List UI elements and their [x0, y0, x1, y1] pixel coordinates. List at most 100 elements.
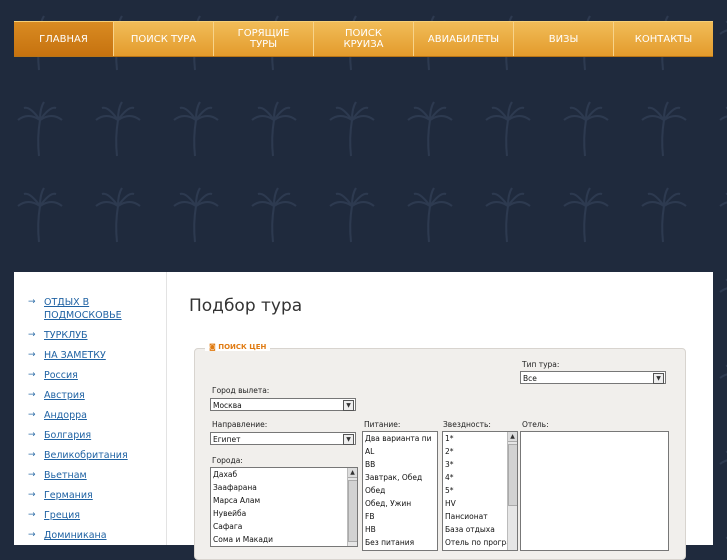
search-icon: ◙ [209, 343, 219, 351]
sidebar-link[interactable]: Россия [44, 370, 78, 381]
sidebar-item: → Андорра [28, 409, 166, 422]
stars-option[interactable]: 2* [443, 445, 517, 458]
arrow-right-icon: → [28, 350, 36, 360]
chevron-down-icon[interactable]: ▼ [343, 434, 354, 445]
arrow-right-icon: → [28, 297, 36, 307]
sidebar-link[interactable]: Великобритания [44, 450, 128, 461]
arrow-right-icon: → [28, 490, 36, 500]
sidebar: → ОТДЫХ В ПОДМОСКОВЬЕ → ТУРКЛУБ → НА ЗАМЕТК… [14, 272, 167, 545]
nav-item-air-tickets[interactable]: АВИАБИЛЕТЫ [414, 22, 514, 56]
arrow-right-icon: → [28, 370, 36, 380]
sidebar-item: → ТУРКЛУБ [28, 329, 166, 342]
arrow-right-icon: → [28, 530, 36, 540]
scroll-thumb[interactable] [348, 480, 357, 542]
sidebar-item: → Австрия [28, 389, 166, 402]
scroll-up-icon[interactable]: ▲ [348, 468, 357, 478]
sidebar-link[interactable]: Андорра [44, 410, 87, 421]
stars-scrollbar[interactable]: ▲ [507, 432, 517, 550]
arrow-right-icon: → [28, 470, 36, 480]
sidebar-link[interactable]: Болгария [44, 430, 91, 441]
meal-option[interactable]: Обед [363, 484, 437, 497]
meal-option[interactable]: BB [363, 458, 437, 471]
nav-item-contacts[interactable]: КОНТАКТЫ [614, 22, 713, 56]
sidebar-link[interactable]: ОТДЫХ В ПОДМОСКОВЬЕ [44, 297, 122, 321]
sidebar-item: → Греция [28, 509, 166, 522]
sidebar-item: → Россия [28, 369, 166, 382]
nav-item-home[interactable]: ГЛАВНАЯ [14, 22, 114, 56]
meal-option[interactable]: Обед, Ужин [363, 497, 437, 510]
stars-option[interactable]: HV [443, 497, 517, 510]
meal-listbox[interactable]: Два варианта пи AL BB Завтрак, Обед Обед… [362, 431, 438, 551]
meal-option[interactable]: HB [363, 523, 437, 536]
arrow-right-icon: → [28, 330, 36, 340]
nav-item-cruise-search[interactable]: ПОИСК КРУИЗА [314, 22, 414, 56]
page-title: Подбор тура [189, 296, 303, 316]
meal-option[interactable]: Завтрак, Обед [363, 471, 437, 484]
tour-type-select[interactable]: Все ▼ [520, 371, 666, 384]
tour-type-label: Тип тура: [522, 360, 560, 369]
search-legend: ◙ ПОИСК ЦЕН [205, 343, 271, 351]
sidebar-item: → Доминикана [28, 529, 166, 542]
sidebar-item: → Вьетнам [28, 469, 166, 482]
city-option[interactable]: Сафага [211, 520, 357, 533]
city-option[interactable]: Заафарана [211, 481, 357, 494]
price-search-form: ◙ ПОИСК ЦЕН Тип тура: Все ▼ Город вылета… [194, 343, 686, 560]
cities-label: Города: [212, 456, 243, 465]
sidebar-item: → Великобритания [28, 449, 166, 462]
hotel-label: Отель: [522, 420, 549, 429]
stars-option[interactable]: 1* [443, 432, 517, 445]
arrow-right-icon: → [28, 410, 36, 420]
sidebar-link[interactable]: Австрия [44, 390, 85, 401]
sidebar-menu: → ОТДЫХ В ПОДМОСКОВЬЕ → ТУРКЛУБ → НА ЗАМЕТК… [14, 272, 166, 542]
meal-option[interactable]: Без питания [363, 536, 437, 549]
meal-option[interactable]: Два варианта пи [363, 432, 437, 445]
search-legend-label: ПОИСК ЦЕН [218, 343, 267, 351]
stars-option[interactable]: Отель по програ [443, 536, 517, 549]
stars-option[interactable]: 4* [443, 471, 517, 484]
meal-label: Питание: [364, 420, 401, 429]
scroll-up-icon[interactable]: ▲ [508, 432, 517, 442]
cities-listbox[interactable]: Дахаб Заафарана Марса Алам Нувейба Сафаг… [210, 467, 358, 547]
hotel-listbox[interactable] [520, 431, 669, 551]
city-option[interactable]: Дахаб [211, 468, 357, 481]
nav-item-hot-tours[interactable]: ГОРЯЩИЕ ТУРЫ [214, 22, 314, 56]
direction-select[interactable]: Египет ▼ [210, 432, 356, 445]
arrow-right-icon: → [28, 450, 36, 460]
sidebar-link[interactable]: Вьетнам [44, 470, 87, 481]
stars-option[interactable]: База отдыха [443, 523, 517, 536]
departure-city-label: Город вылета: [212, 386, 270, 395]
chevron-down-icon[interactable]: ▼ [653, 373, 664, 384]
top-navigation: ГЛАВНАЯ ПОИСК ТУРА ГОРЯЩИЕ ТУРЫ ПОИСК КР… [14, 21, 713, 57]
stars-option[interactable]: 3* [443, 458, 517, 471]
meal-option[interactable]: AL [363, 445, 437, 458]
nav-item-visas[interactable]: ВИЗЫ [514, 22, 614, 56]
nav-item-tour-search[interactable]: ПОИСК ТУРА [114, 22, 214, 56]
chevron-down-icon[interactable]: ▼ [343, 400, 354, 411]
arrow-right-icon: → [28, 510, 36, 520]
city-option[interactable]: Нувейба [211, 507, 357, 520]
stars-label: Звездность: [443, 420, 491, 429]
cities-scrollbar[interactable]: ▲ [347, 468, 357, 546]
stars-option[interactable]: 5* [443, 484, 517, 497]
stars-option[interactable]: Пансионат [443, 510, 517, 523]
arrow-right-icon: → [28, 390, 36, 400]
sidebar-link[interactable]: НА ЗАМЕТКУ [44, 350, 106, 361]
sidebar-item: → ОТДЫХ В ПОДМОСКОВЬЕ [28, 296, 166, 322]
sidebar-item: → НА ЗАМЕТКУ [28, 349, 166, 362]
scroll-thumb[interactable] [508, 444, 517, 506]
sidebar-link[interactable]: ТУРКЛУБ [44, 330, 88, 341]
tour-type-value: Все [523, 374, 537, 383]
main-content: Подбор тура ◙ ПОИСК ЦЕН Тип тура: Все ▼ … [167, 272, 713, 560]
sidebar-link[interactable]: Доминикана [44, 530, 107, 541]
sidebar-link[interactable]: Германия [44, 490, 93, 501]
stars-listbox[interactable]: 1* 2* 3* 4* 5* HV Пансионат База отдыха … [442, 431, 518, 551]
sidebar-item: → Германия [28, 489, 166, 502]
sidebar-item: → Болгария [28, 429, 166, 442]
sidebar-link[interactable]: Греция [44, 510, 80, 521]
arrow-right-icon: → [28, 430, 36, 440]
departure-city-select[interactable]: Москва ▼ [210, 398, 356, 411]
direction-label: Направление: [212, 420, 268, 429]
city-option[interactable]: Марса Алам [211, 494, 357, 507]
meal-option[interactable]: FB [363, 510, 437, 523]
city-option[interactable]: Сома и Макади [211, 533, 357, 546]
